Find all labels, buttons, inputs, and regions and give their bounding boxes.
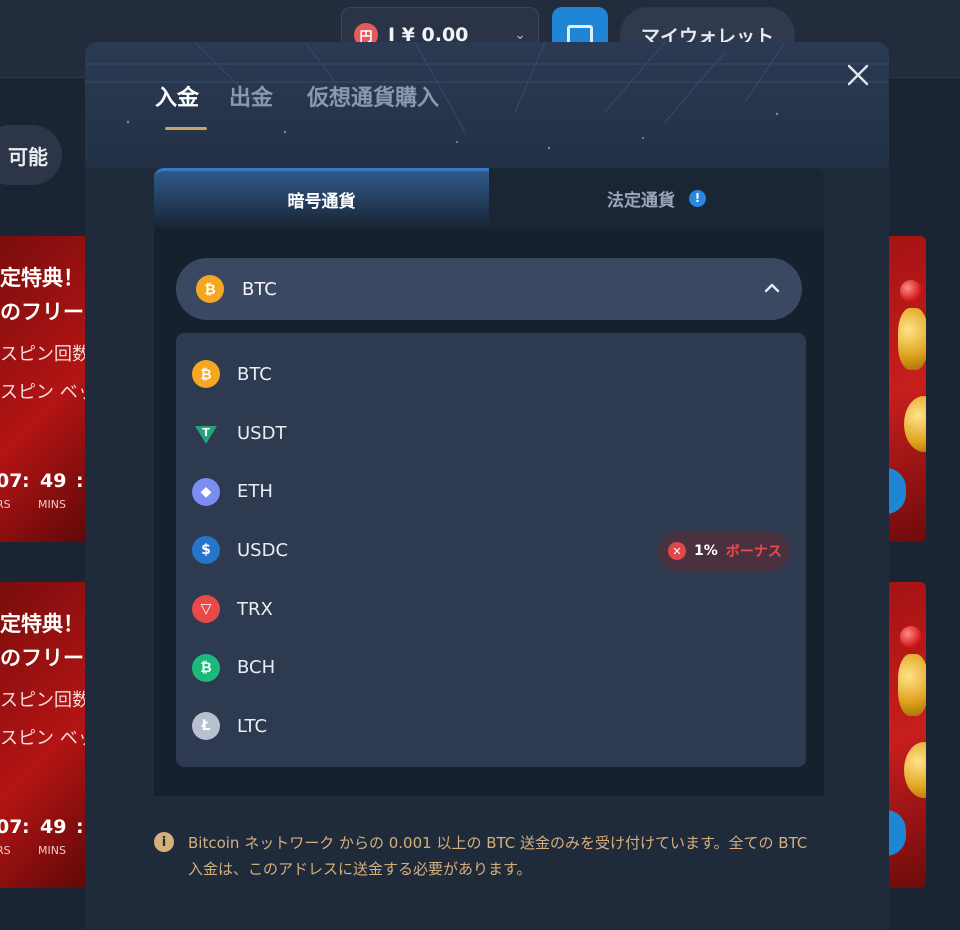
- promo-subtitle: のフリース: [0, 646, 96, 670]
- promo-card[interactable]: 定特典！ のフリース スピン回数 スピン ベッ 07 : 49 : RS MIN…: [0, 236, 96, 542]
- promo-text: スピン回数: [0, 344, 90, 365]
- selected-currency: BTC: [242, 278, 277, 300]
- timer-hours: 07: [0, 816, 23, 838]
- ltc-icon: Ł: [192, 712, 220, 741]
- promo-card-image[interactable]: [886, 582, 926, 888]
- currency-option-trx[interactable]: ▽ TRX: [176, 580, 806, 639]
- timer-mins: 49: [40, 470, 67, 492]
- wallet-modal: 入金 出金 仮想通貨購入 暗号通貨 法定通貨 ! ₿ BTC ₿ BTC T U…: [85, 42, 889, 930]
- timer-hours: 07: [0, 470, 23, 492]
- svg-text:T: T: [202, 426, 210, 439]
- modal-tabs: 入金 出金 仮想通貨購入: [155, 80, 469, 130]
- currency-option-btc[interactable]: ₿ BTC: [176, 345, 806, 404]
- close-button[interactable]: [843, 60, 873, 90]
- chevron-up-icon: [764, 283, 780, 293]
- currency-option-label: TRX: [237, 598, 273, 620]
- currency-option-label: USDT: [237, 422, 287, 444]
- currency-type-switch: 暗号通貨 法定通貨 !: [154, 168, 824, 228]
- btc-icon: ₿: [196, 275, 224, 303]
- modal-header: 入金 出金 仮想通貨購入: [85, 42, 889, 168]
- currency-option-ltc[interactable]: Ł LTC: [176, 697, 806, 756]
- chevron-down-icon: ⌄: [514, 27, 526, 43]
- currency-dropdown: ₿ BTC T USDT ◆ ETH $ USDC ✕ 1% ボーナス ▽ TR…: [176, 333, 806, 767]
- eth-icon: ◆: [192, 477, 220, 506]
- close-icon: [847, 64, 869, 86]
- btc-icon: ₿: [192, 360, 220, 389]
- currency-option-bch[interactable]: ₿ BCH: [176, 638, 806, 697]
- play-button[interactable]: [886, 810, 906, 856]
- currency-option-label: BTC: [237, 363, 272, 385]
- tab-crypto[interactable]: 暗号通貨: [154, 168, 489, 228]
- currency-option-eth[interactable]: ◆ ETH: [176, 462, 806, 521]
- timer-mins: 49: [40, 816, 67, 838]
- promo-title: 定特典！: [0, 266, 84, 290]
- tab-withdraw[interactable]: 出金: [229, 80, 273, 130]
- bonus-icon: ✕: [668, 542, 686, 561]
- promo-timer: 07 : 49 : RS MINS: [0, 806, 96, 876]
- play-button[interactable]: [886, 468, 906, 514]
- currency-option-label: BCH: [237, 657, 276, 679]
- currency-option-label: LTC: [237, 715, 268, 737]
- filter-chip[interactable]: 可能: [0, 125, 62, 185]
- timer-hours-label: RS: [0, 498, 11, 511]
- info-icon: i: [154, 832, 174, 852]
- usdt-icon: T: [192, 419, 220, 447]
- timer-mins-label: MINS: [38, 844, 66, 857]
- decoration: [900, 626, 922, 648]
- coin-decoration: [904, 742, 926, 798]
- promo-timer: 07 : 49 : RS MINS: [0, 460, 96, 530]
- tab-fiat[interactable]: 法定通貨 !: [489, 168, 824, 228]
- deposit-note-text: Bitcoin ネットワーク からの 0.001 以上の BTC 送金のみを受け…: [188, 834, 808, 878]
- promo-title: 定特典！: [0, 612, 84, 636]
- timer-mins-label: MINS: [38, 498, 66, 511]
- promo-card[interactable]: 定特典！ のフリース スピン回数 スピン ベッ 07 : 49 : RS MIN…: [0, 582, 96, 888]
- promo-card-image[interactable]: [886, 236, 926, 542]
- deposit-note: i Bitcoin ネットワーク からの 0.001 以上の BTC 送金のみを…: [154, 830, 824, 882]
- tab-buy-crypto[interactable]: 仮想通貨購入: [307, 80, 439, 130]
- promo-text: スピン回数: [0, 690, 90, 711]
- currency-option-usdc[interactable]: $ USDC ✕ 1% ボーナス: [176, 521, 806, 580]
- currency-option-label: USDC: [237, 539, 289, 561]
- info-icon[interactable]: !: [689, 189, 706, 207]
- usdc-icon: $: [192, 536, 220, 565]
- coin-decoration: [904, 396, 926, 452]
- currency-option-label: ETH: [237, 481, 273, 503]
- currency-option-usdt[interactable]: T USDT: [176, 404, 806, 463]
- decoration: [898, 654, 926, 716]
- promo-subtitle: のフリース: [0, 300, 96, 324]
- promo-text: スピン ベッ: [0, 728, 96, 749]
- bch-icon: ₿: [192, 653, 220, 682]
- tab-deposit[interactable]: 入金: [155, 80, 208, 130]
- timer-hours-label: RS: [0, 844, 11, 857]
- bonus-percent: 1%: [694, 543, 718, 560]
- decoration: [898, 308, 926, 370]
- bonus-badge: ✕ 1% ボーナス: [658, 531, 790, 572]
- promo-text: スピン ベッ: [0, 382, 96, 403]
- decoration: [900, 280, 922, 302]
- deposit-panel: 暗号通貨 法定通貨 ! ₿ BTC ₿ BTC T USDT ◆ ETH $ U…: [154, 168, 824, 796]
- bonus-label: ボーナス: [725, 544, 782, 561]
- trx-icon: ▽: [192, 595, 220, 624]
- currency-select[interactable]: ₿ BTC: [176, 258, 802, 320]
- tab-fiat-label: 法定通貨: [607, 190, 675, 211]
